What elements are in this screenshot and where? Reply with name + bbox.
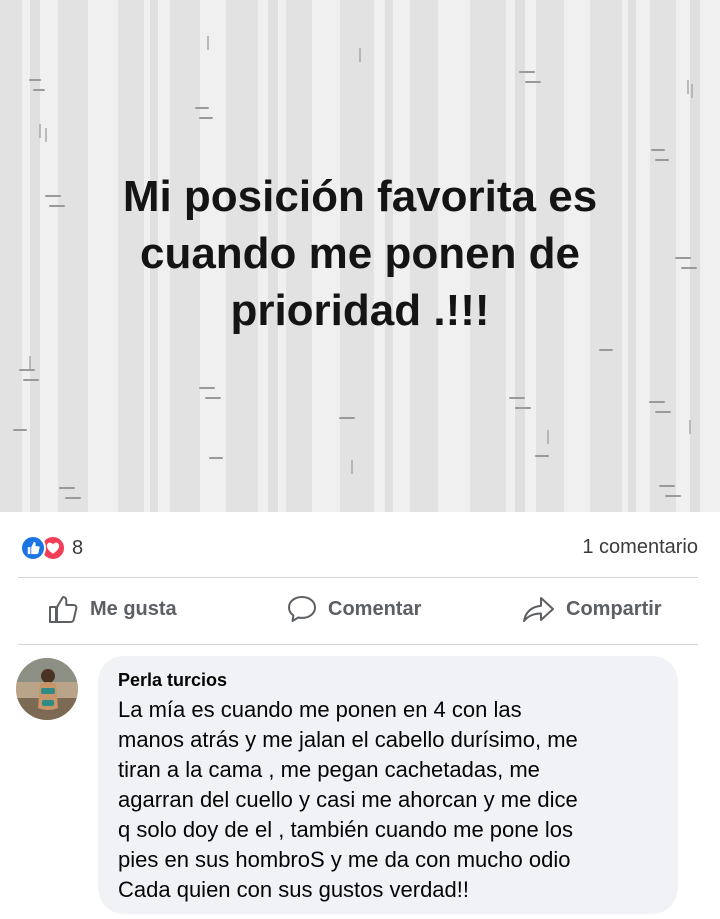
comment-text-line: tiran a la cama , me pegan cachetadas, m…: [118, 757, 540, 782]
comment-text: La mía es cuando me ponen en 4 con las m…: [118, 695, 658, 905]
comment-text-line: manos atrás y me jalan el cabello durísi…: [118, 727, 578, 752]
comment-text-line: q solo doy de el , también cuando me pon…: [118, 817, 573, 842]
post-text-line: Mi posición favorita es: [122, 172, 598, 221]
comment-text-line: pies en sus hombroS y me da con mucho od…: [118, 847, 571, 872]
avatar-photo: [16, 658, 78, 720]
comment-bubble: Perla turcios La mía es cuando me ponen …: [98, 656, 678, 914]
divider: [18, 577, 698, 578]
comment-text-line: Cada quien con sus gustos verdad!!: [118, 877, 470, 902]
post-text: Mi posición favorita es cuando me ponen …: [40, 168, 680, 339]
comment-button[interactable]: Comentar: [286, 594, 421, 624]
divider: [18, 644, 698, 645]
like-icon: [20, 535, 46, 561]
share-button[interactable]: Compartir: [522, 594, 662, 624]
post-text-line: prioridad .!!!: [230, 286, 490, 335]
reactions-summary[interactable]: 8: [20, 535, 83, 561]
like-button[interactable]: Me gusta: [48, 594, 177, 624]
thumbs-up-icon: [49, 596, 78, 623]
reaction-count: 8: [72, 536, 84, 559]
post-text-line: cuando me ponen de: [139, 229, 581, 278]
share-arrow-icon: [523, 597, 554, 622]
post-image[interactable]: Mi posición favorita es cuando me ponen …: [0, 0, 720, 512]
share-button-label: Compartir: [566, 597, 662, 620]
comment-bubble-icon: [288, 596, 316, 622]
comment-text-line: La mía es cuando me ponen en 4 con las: [118, 697, 522, 722]
comment-button-label: Comentar: [328, 597, 422, 620]
comment-author[interactable]: Perla turcios: [118, 670, 658, 691]
comment-text-line: agarran del cuello y casi me ahorcan y m…: [118, 787, 578, 812]
post-actions: Me gusta Comentar Compartir: [0, 580, 720, 642]
avatar[interactable]: [16, 658, 78, 720]
like-button-label: Me gusta: [90, 597, 177, 620]
comment-count-link[interactable]: 1 comentario: [582, 536, 698, 559]
post-stats: 8 1 comentario: [0, 528, 720, 568]
